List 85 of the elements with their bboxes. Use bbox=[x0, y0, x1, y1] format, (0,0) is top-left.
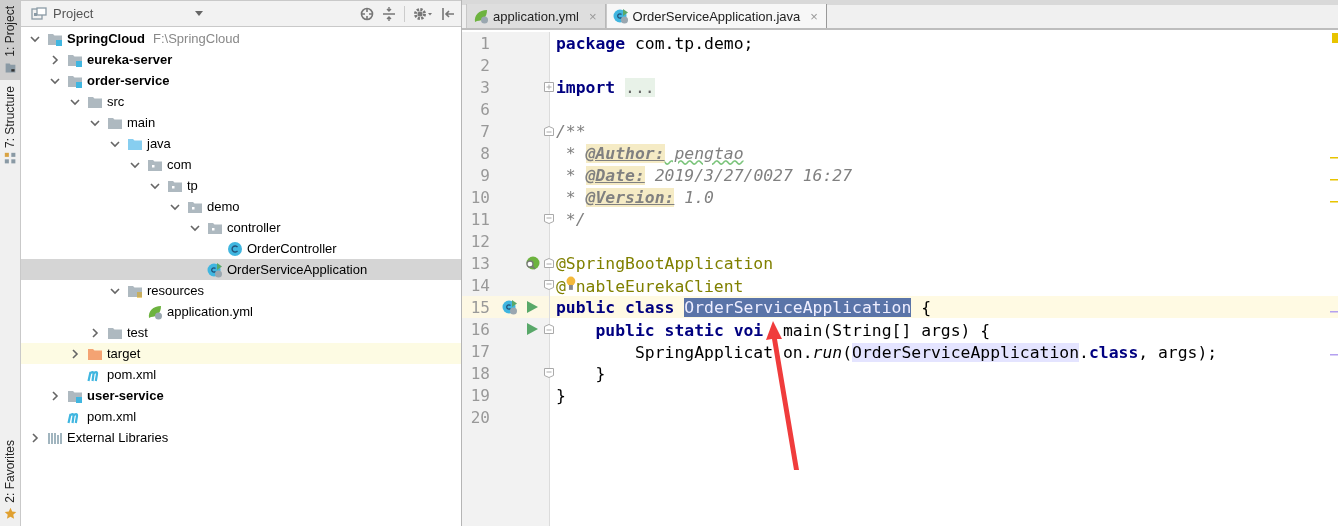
class-icon bbox=[612, 8, 629, 24]
code-line: public static voi main(String[] args) { bbox=[594, 320, 991, 340]
run-icon bbox=[524, 299, 540, 315]
lightbulb-icon[interactable] bbox=[565, 274, 576, 292]
code-line: SpringApplicat on.run(OrderServiceApplication.class, args); bbox=[633, 342, 1218, 362]
project-path: F:\SpringCloud bbox=[153, 31, 240, 46]
leaf-icon bbox=[147, 303, 163, 320]
line-number: 13 bbox=[469, 253, 490, 273]
tree-item[interactable]: pom.xml bbox=[21, 406, 461, 427]
fold-marker-icon[interactable] bbox=[544, 126, 554, 136]
code-line: */ bbox=[564, 209, 586, 229]
line-number: 19 bbox=[469, 385, 490, 405]
fold-marker-icon[interactable] bbox=[544, 258, 554, 268]
line-number: 8 bbox=[479, 143, 490, 163]
project-view-icon bbox=[31, 6, 47, 21]
tree-item[interactable]: resources bbox=[21, 280, 461, 301]
tree-item[interactable]: eureka-server bbox=[21, 49, 461, 70]
fold-marker-icon[interactable] bbox=[544, 214, 554, 224]
structure-icon bbox=[3, 151, 17, 165]
tool-window-button[interactable]: 7: Structure bbox=[0, 79, 20, 171]
tree-item[interactable]: main bbox=[21, 112, 461, 133]
code-line: } bbox=[594, 363, 606, 383]
dropdown-caret-icon[interactable] bbox=[194, 10, 204, 17]
hide-panel-icon[interactable] bbox=[441, 6, 455, 21]
line-number: 14 bbox=[469, 275, 490, 295]
tree-item[interactable]: order-service bbox=[21, 70, 461, 91]
tree-item[interactable]: External Libraries bbox=[21, 427, 461, 448]
code-line: import ... bbox=[556, 77, 655, 97]
line-number: 1 bbox=[479, 33, 490, 53]
settings-icon[interactable] bbox=[413, 6, 433, 21]
code-line: @SpringBootApplication bbox=[556, 253, 774, 273]
line-number: 17 bbox=[469, 341, 490, 361]
tree-item[interactable]: pom.xml bbox=[21, 364, 461, 385]
line-number: 12 bbox=[469, 231, 490, 251]
tool-window-button[interactable]: 2: Favorites bbox=[0, 434, 20, 526]
code-line: } bbox=[556, 385, 566, 405]
line-number: 3 bbox=[479, 77, 490, 97]
tree-item[interactable]: test bbox=[21, 322, 461, 343]
line-number: 18 bbox=[469, 363, 490, 383]
code-line: * @Author: pengtao bbox=[564, 143, 744, 163]
line-number: 20 bbox=[469, 407, 490, 427]
tree-item[interactable]: controller bbox=[21, 217, 461, 238]
tree-item[interactable]: com bbox=[21, 154, 461, 175]
tree-item[interactable]: demo bbox=[21, 196, 461, 217]
fold-marker-icon[interactable] bbox=[544, 280, 554, 290]
fold-marker-icon[interactable] bbox=[544, 368, 554, 378]
line-number: 11 bbox=[469, 209, 490, 229]
class-icon bbox=[502, 299, 518, 315]
tree-item[interactable]: user-service bbox=[21, 385, 461, 406]
class-icon bbox=[227, 240, 243, 257]
line-number: 9 bbox=[479, 165, 490, 185]
leaf-icon bbox=[473, 8, 489, 24]
panel-title: Project bbox=[53, 6, 94, 21]
star-icon bbox=[3, 507, 17, 520]
run-icon bbox=[524, 321, 540, 337]
code-line: @ nableEurekaClient bbox=[556, 274, 744, 296]
tree-item[interactable]: target bbox=[21, 343, 461, 364]
line-number: 10 bbox=[469, 187, 490, 207]
line-number: 15 bbox=[469, 297, 490, 317]
line-number: 7 bbox=[479, 121, 490, 141]
locate-icon[interactable] bbox=[360, 6, 374, 21]
tree-item[interactable]: application.yml bbox=[21, 301, 461, 322]
tree-item[interactable]: java bbox=[21, 133, 461, 154]
editor-tab[interactable]: OrderServiceApplication.java × bbox=[605, 4, 827, 28]
line-number: 2 bbox=[479, 55, 490, 75]
fold-marker-icon[interactable] bbox=[544, 324, 554, 334]
class-icon bbox=[207, 261, 223, 278]
editor-tab[interactable]: application.yml × bbox=[466, 4, 606, 28]
tree-item[interactable]: OrderServiceApplication bbox=[21, 259, 461, 280]
code-line: * @Date: 2019/3/27/0027 16:27 bbox=[564, 165, 853, 185]
tool-window-button[interactable]: 1: Project bbox=[0, 0, 20, 80]
code-line: * @Version: 1.0 bbox=[564, 187, 714, 207]
collapse-all-icon[interactable] bbox=[382, 6, 396, 21]
tree-item[interactable]: tp bbox=[21, 175, 461, 196]
line-number: 6 bbox=[479, 99, 490, 119]
code-line: public class OrderServiceApplication { bbox=[556, 297, 931, 317]
line-number: 16 bbox=[469, 319, 490, 339]
tree-item[interactable]: SpringCloud F:\SpringCloud bbox=[21, 28, 461, 49]
folder-icon bbox=[3, 60, 17, 74]
bean-icon bbox=[524, 255, 540, 271]
code-line: /** bbox=[556, 121, 586, 141]
fold-marker-icon[interactable] bbox=[544, 82, 554, 92]
tree-item[interactable]: src bbox=[21, 91, 461, 112]
code-line: package com.tp.demo; bbox=[556, 33, 754, 53]
tree-item[interactable]: OrderController bbox=[21, 238, 461, 259]
